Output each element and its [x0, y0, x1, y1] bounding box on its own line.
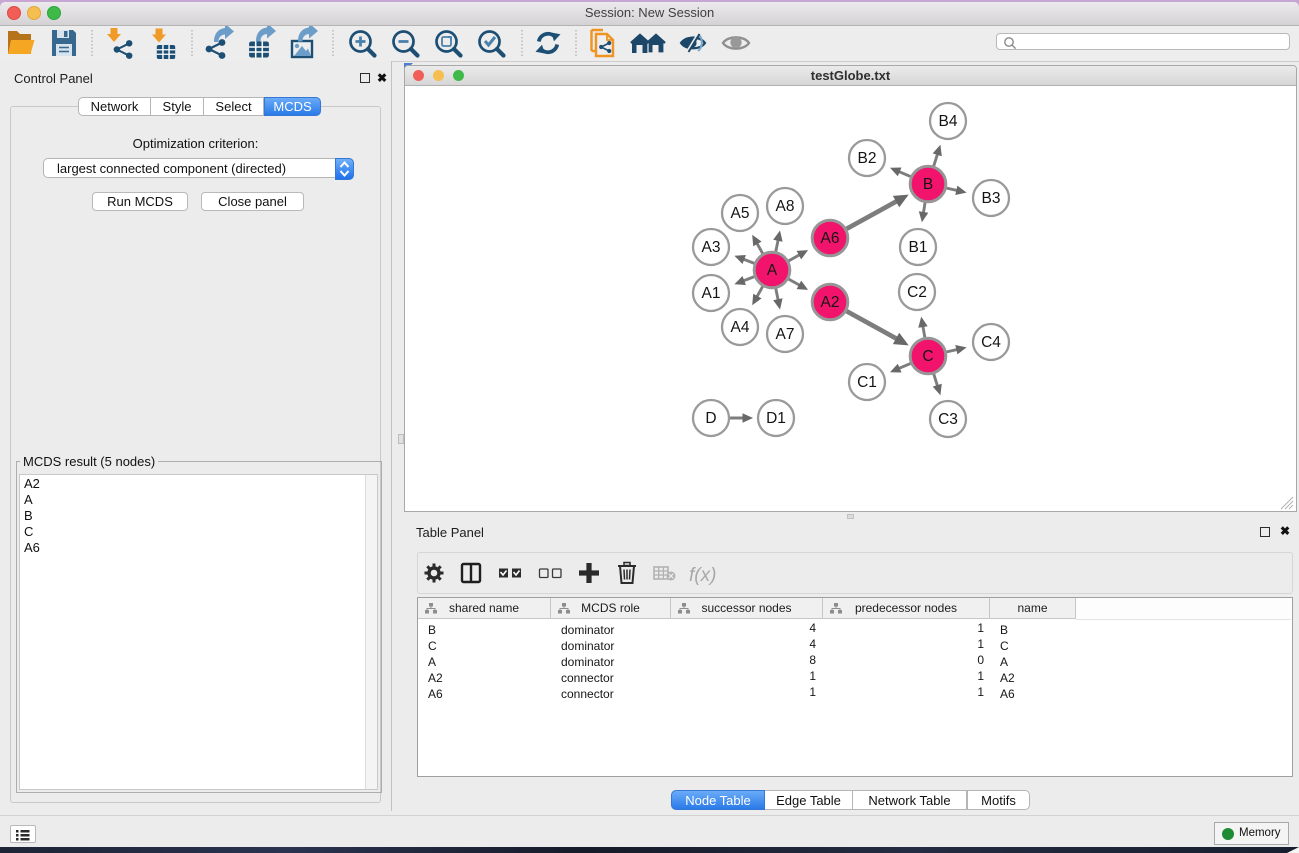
svg-text:A5: A5	[731, 205, 750, 222]
svg-text:f(x): f(x)	[689, 565, 716, 586]
svg-text:C: C	[922, 348, 933, 365]
svg-text:A6: A6	[821, 230, 840, 247]
svg-text:A2: A2	[821, 294, 840, 311]
svg-text:C1: C1	[857, 374, 877, 391]
svg-text:B1: B1	[909, 239, 928, 256]
svg-text:D1: D1	[766, 410, 786, 427]
svg-text:B3: B3	[982, 190, 1001, 207]
svg-text:A1: A1	[702, 285, 721, 302]
svg-text:C3: C3	[938, 411, 958, 428]
svg-text:B4: B4	[939, 113, 958, 130]
svg-text:C2: C2	[907, 284, 927, 301]
svg-text:C4: C4	[981, 334, 1001, 351]
svg-text:B2: B2	[858, 150, 877, 167]
svg-text:B: B	[923, 176, 933, 193]
svg-text:A: A	[767, 262, 778, 279]
svg-text:A4: A4	[731, 319, 750, 336]
svg-text:A7: A7	[776, 326, 795, 343]
svg-text:A3: A3	[702, 239, 721, 256]
svg-text:D: D	[705, 410, 716, 427]
svg-text:A8: A8	[776, 198, 795, 215]
